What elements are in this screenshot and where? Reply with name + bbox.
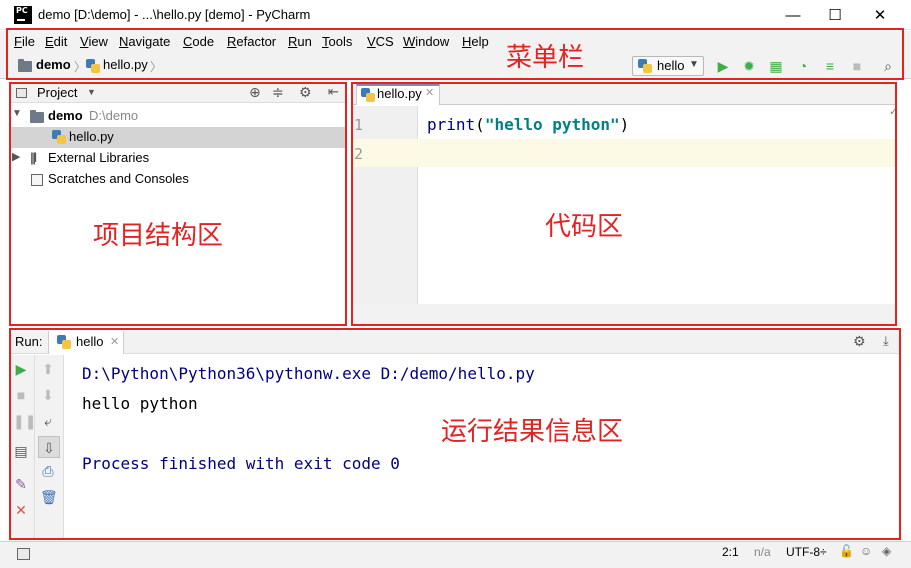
code-area-highlight-box: [351, 82, 897, 326]
pycharm-logo-icon: PC: [14, 6, 32, 24]
cursor-position[interactable]: 2:1: [722, 545, 739, 559]
annotation-code-area: 代码区: [545, 212, 624, 242]
tool-windows-icon[interactable]: [17, 548, 30, 560]
event-log-icon[interactable]: ◈: [882, 544, 891, 558]
annotation-run-area: 运行结果信息区: [441, 417, 624, 447]
file-encoding[interactable]: UTF-8÷: [786, 545, 827, 559]
window-title: demo [D:\demo] - ...\hello.py [demo] - P…: [38, 7, 311, 22]
title-bar[interactable]: PC demo [D:\demo] - ...\hello.py [demo] …: [0, 0, 911, 30]
lock-icon[interactable]: 🔓: [839, 544, 854, 558]
project-area-highlight-box: [9, 82, 347, 326]
close-window-button[interactable]: ✕: [857, 0, 903, 30]
menu-bar-highlight-box: [6, 28, 904, 80]
maximize-button[interactable]: ☐: [812, 0, 858, 30]
line-separator[interactable]: n/a: [754, 545, 771, 559]
annotation-menu-bar: 菜单栏: [506, 43, 585, 73]
annotation-project-area: 项目结构区: [93, 221, 224, 251]
status-bar: 2:1 n/a UTF-8÷ 🔓 ☺ ◈: [0, 541, 911, 568]
minimize-button[interactable]: —: [770, 0, 816, 30]
logo-text: PC: [16, 6, 28, 15]
inspector-icon[interactable]: ☺: [860, 544, 872, 558]
